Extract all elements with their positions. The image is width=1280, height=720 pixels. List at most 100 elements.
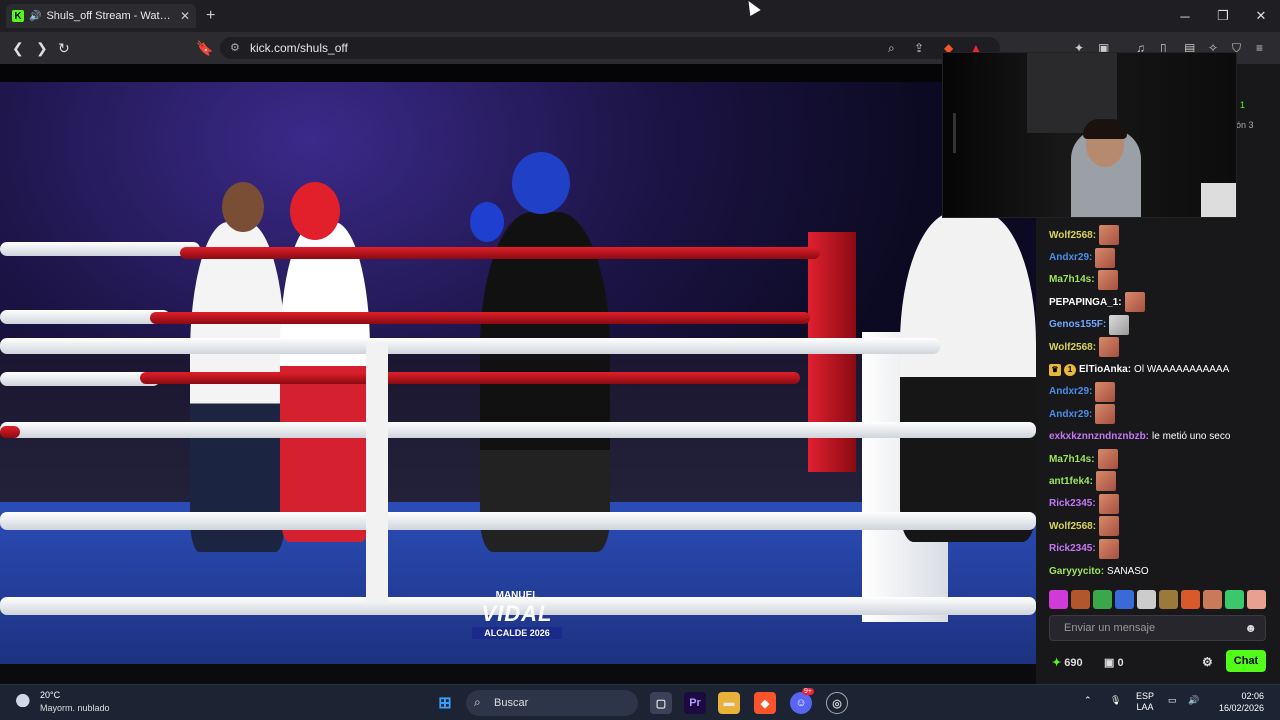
url-text: kick.com/shuls_off: [250, 41, 348, 55]
emote-icon: [1099, 225, 1120, 246]
background-monitor: [1201, 183, 1236, 217]
zoom-icon[interactable]: ⌕: [888, 41, 895, 56]
chat-message: exkxkznnzndnznbzb: le metió uno seco: [1049, 426, 1271, 448]
emote-icon: [1095, 404, 1116, 425]
chat-username[interactable]: Genos155F:: [1049, 319, 1106, 330]
emote-bar: [1049, 590, 1266, 609]
cloud-icon: [14, 691, 36, 707]
chat-username[interactable]: Wolf2568:: [1049, 230, 1096, 241]
system-clock[interactable]: 02:06 16/02/2026: [1219, 690, 1264, 714]
lang-primary: ESP: [1136, 691, 1155, 701]
windows-start-icon[interactable]: ⊞: [434, 692, 456, 714]
discord-badge: 9+: [802, 688, 814, 695]
address-bar[interactable]: ⚙ kick.com/shuls_off: [220, 37, 1000, 59]
chat-username[interactable]: Wolf2568:: [1049, 342, 1096, 353]
chat-username[interactable]: Andxr29:: [1049, 386, 1092, 397]
obs-icon[interactable]: ◎: [826, 692, 848, 714]
chat-username[interactable]: Rick2345:: [1049, 543, 1096, 554]
forward-button[interactable]: ❯: [36, 40, 48, 57]
maximize-button[interactable]: ❐: [1204, 0, 1242, 32]
send-chat-button[interactable]: Chat: [1226, 650, 1266, 672]
chat-input-placeholder: Enviar un mensaje: [1064, 622, 1156, 634]
close-window-button[interactable]: ✕: [1242, 0, 1280, 32]
emote-icon: [1099, 516, 1120, 537]
site-info-icon[interactable]: ⚙: [230, 41, 240, 54]
emote-icon: [1097, 449, 1118, 470]
chat-message: Ma7h14s:: [1049, 269, 1271, 291]
microphone-icon[interactable]: 🎙: [1110, 695, 1121, 706]
referee-head: [222, 182, 264, 232]
chat-username[interactable]: ElTioAnka:: [1079, 364, 1131, 375]
discord-icon[interactable]: ☺: [790, 692, 812, 714]
network-icon[interactable]: ▭: [1168, 695, 1177, 706]
rope: [0, 422, 1036, 438]
chat-text: SANASO: [1107, 565, 1149, 577]
search-icon: ⌕: [474, 695, 481, 709]
chat-message: Wolf2568:: [1049, 224, 1271, 246]
chat-input[interactable]: Enviar un mensaje ☻: [1049, 615, 1266, 641]
blue-glove: [470, 202, 504, 242]
windows-taskbar: 20°C Mayorm. nublado ⊞ ⌕ Buscar ▢ Pr ▬ ◆…: [0, 684, 1280, 720]
taskbar-search[interactable]: ⌕ Buscar: [466, 690, 638, 716]
emote-icon[interactable]: [1225, 590, 1244, 609]
subs-count[interactable]: ▣ 0: [1104, 656, 1124, 669]
chat-username[interactable]: Ma7h14s:: [1049, 274, 1095, 285]
lang-secondary: LAA: [1136, 702, 1154, 712]
clock-date: 16/02/2026: [1218, 703, 1264, 713]
emote-icon: [1124, 292, 1145, 313]
gear-icon[interactable]: ⚙: [1202, 655, 1213, 669]
chat-username[interactable]: Andxr29:: [1049, 409, 1092, 420]
chat-username[interactable]: Andxr29:: [1049, 252, 1092, 263]
emote-icon: [1095, 381, 1116, 402]
reload-button[interactable]: ↻: [58, 40, 70, 57]
chat-message: ♛ 1 ElTioAnka: Ol WAAAAAAAAAAA: [1049, 358, 1271, 380]
chat-username[interactable]: Ma7h14s:: [1049, 454, 1095, 465]
rope: [0, 242, 200, 256]
emote-icon[interactable]: [1093, 590, 1112, 609]
emote-icon: [1099, 337, 1120, 358]
chat-username[interactable]: Rick2345:: [1049, 498, 1096, 509]
share-icon[interactable]: ⇪: [914, 41, 924, 55]
chat-username[interactable]: PEPAPINGA_1:: [1049, 297, 1122, 308]
emote-icon[interactable]: [1071, 590, 1090, 609]
emote-icon[interactable]: [1203, 590, 1222, 609]
emote-icon[interactable]: [1181, 590, 1200, 609]
blue-headgear: [512, 152, 570, 214]
emoji-icon[interactable]: ☻: [1244, 621, 1257, 635]
rope: [0, 372, 160, 386]
stream-player[interactable]: MANUEL VIDAL ALCALDE 2026: [0, 64, 1036, 664]
close-tab-icon[interactable]: ✕: [180, 9, 190, 23]
bookmark-icon[interactable]: 🔖: [196, 40, 213, 57]
chevron-up-icon[interactable]: ⌃: [1084, 695, 1092, 706]
chat-message: Andxr29:: [1049, 403, 1271, 425]
chat-username[interactable]: Garyyycito:: [1049, 566, 1104, 577]
chat-username[interactable]: ant1fek4:: [1049, 476, 1093, 487]
sponsor-brand: VIDAL: [481, 601, 553, 626]
emote-icon[interactable]: [1247, 590, 1266, 609]
chat-username[interactable]: exkxkznnzndnznbzb:: [1049, 431, 1149, 442]
channel-points[interactable]: ✦ 690: [1052, 656, 1083, 669]
snippet-line-2: ón 3: [1236, 120, 1254, 130]
emote-icon[interactable]: [1159, 590, 1178, 609]
chat-message: Ma7h14s:: [1049, 448, 1271, 470]
volume-icon[interactable]: 🔊: [1188, 695, 1199, 706]
chat-username[interactable]: Wolf2568:: [1049, 521, 1096, 532]
menu-icon[interactable]: ≡: [1256, 41, 1263, 55]
emote-icon[interactable]: [1115, 590, 1134, 609]
rope: [0, 512, 1036, 530]
new-tab-button[interactable]: +: [206, 7, 215, 25]
language-indicator[interactable]: ESP LAA: [1136, 691, 1154, 713]
emote-icon[interactable]: [1137, 590, 1156, 609]
premiere-icon[interactable]: Pr: [684, 692, 706, 714]
file-explorer-icon[interactable]: ▬: [718, 692, 740, 714]
sponsor-top: MANUEL: [495, 590, 539, 601]
task-view-icon[interactable]: ▢: [650, 692, 672, 714]
sponsor-bottom: ALCALDE 2026: [472, 627, 562, 639]
audio-icon[interactable]: 🔊: [29, 11, 41, 22]
brave-browser-icon[interactable]: ◆: [754, 692, 776, 714]
corner-man: [900, 212, 1036, 542]
browser-tab[interactable]: K 🔊 Shuls_off Stream - Watch Live ✕: [6, 4, 196, 28]
minimize-button[interactable]: ─: [1166, 0, 1204, 32]
emote-icon[interactable]: [1049, 590, 1068, 609]
back-button[interactable]: ❮: [12, 40, 24, 57]
